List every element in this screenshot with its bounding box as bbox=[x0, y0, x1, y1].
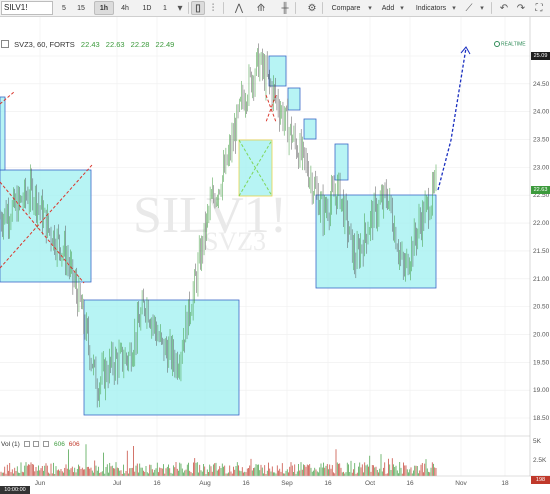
realtime-clock-icon bbox=[494, 41, 500, 47]
volume-close-icon[interactable] bbox=[43, 441, 50, 448]
time-tick-label: 16 bbox=[153, 480, 161, 487]
volume-tick-label: 5K bbox=[533, 438, 542, 445]
volume-value-1: 606 bbox=[54, 441, 65, 448]
time-tick-label: Sep bbox=[281, 480, 293, 487]
rectangle-peak-3[interactable] bbox=[303, 118, 317, 140]
price-tick-label: 24.00 bbox=[533, 109, 550, 116]
legend-title: SVZ3, 60, FORTS bbox=[14, 40, 75, 49]
price-tick-label: 19.50 bbox=[533, 359, 550, 366]
price-tick-label: 19.00 bbox=[533, 387, 550, 394]
time-tick-label: 16 bbox=[324, 480, 332, 487]
legend-low: 22.28 bbox=[130, 40, 150, 49]
time-tick-label: Jul bbox=[113, 480, 122, 487]
time-tick-label: Oct bbox=[365, 480, 375, 487]
price-tick-label: 18.50 bbox=[533, 415, 550, 422]
current-volume-tag: 198 bbox=[531, 476, 550, 484]
rectangle-peak-4[interactable] bbox=[334, 143, 349, 181]
price-tick-label: 23.50 bbox=[533, 137, 550, 144]
time-tick-label: Aug bbox=[199, 480, 211, 487]
volume-axis: 5K 2.5K bbox=[533, 438, 547, 464]
volume-tick-label: 2.5K bbox=[533, 457, 547, 464]
volume-label: Vol (1) bbox=[1, 441, 20, 448]
crosshair-time-tag: 10:00:00 bbox=[0, 486, 30, 494]
projection-price-tag: 25.09 bbox=[531, 52, 550, 60]
price-tick-label: 22.00 bbox=[533, 220, 550, 227]
legend-open: 22.43 bbox=[80, 40, 100, 49]
volume-visibility-icon[interactable] bbox=[23, 441, 30, 448]
watermark-contract: SVZ3 bbox=[204, 227, 266, 256]
legend-close: 22.49 bbox=[155, 40, 175, 49]
price-axis[interactable]: 25.0024.5024.0023.5023.0022.5022.0021.50… bbox=[533, 53, 550, 422]
rectangle-july-range[interactable] bbox=[83, 299, 240, 416]
rectangle-peak-1[interactable] bbox=[268, 55, 287, 87]
current-price-tag: 22.63 bbox=[531, 186, 550, 194]
price-tick-label: 20.00 bbox=[533, 331, 550, 338]
price-tick-label: 20.50 bbox=[533, 304, 550, 311]
time-axis[interactable]: Jun Jul 16 Aug 16 Sep 16 Oct 16 Nov 18 bbox=[35, 480, 509, 487]
price-tick-label: 21.00 bbox=[533, 276, 550, 283]
price-tick-label: 21.50 bbox=[533, 248, 550, 255]
rectangle-june-range[interactable] bbox=[0, 169, 92, 283]
time-tick-label: 18 bbox=[501, 480, 509, 487]
legend-high: 22.63 bbox=[105, 40, 125, 49]
price-chart[interactable]: SILV1! SVZ3 25.0024.5024.0023.5023.0022.… bbox=[0, 0, 550, 494]
volume-settings-icon[interactable] bbox=[33, 441, 40, 448]
volume-value-2: 606 bbox=[68, 441, 80, 448]
volume-bars bbox=[0, 444, 437, 476]
time-tick-label: Nov bbox=[455, 480, 467, 487]
legend-hide-icon[interactable] bbox=[1, 40, 9, 49]
time-tick-label: Jun bbox=[35, 480, 46, 487]
volume-legend: Vol (1) 606 606 bbox=[1, 441, 80, 448]
projection-line[interactable] bbox=[437, 47, 467, 191]
realtime-indicator: REALTIME bbox=[494, 41, 526, 47]
chart-legend: SVZ3, 60, FORTS 22.43 22.63 22.28 22.49 bbox=[1, 40, 174, 50]
time-tick-label: 16 bbox=[406, 480, 414, 487]
rectangle-peak-2[interactable] bbox=[287, 87, 301, 111]
price-tick-label: 23.00 bbox=[533, 164, 550, 171]
price-tick-label: 24.50 bbox=[533, 81, 550, 88]
time-tick-label: 16 bbox=[242, 480, 250, 487]
rectangle-left-edge[interactable] bbox=[0, 96, 6, 171]
